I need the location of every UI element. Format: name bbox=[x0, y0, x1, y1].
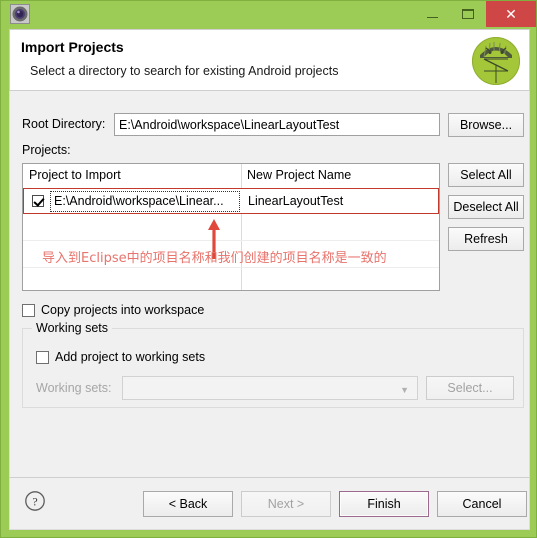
working-sets-label: Working sets: bbox=[36, 381, 112, 395]
maximize-button[interactable] bbox=[450, 1, 486, 26]
chevron-down-icon: ▼ bbox=[400, 385, 409, 395]
minimize-icon bbox=[426, 16, 438, 18]
row-checkbox[interactable] bbox=[32, 195, 44, 207]
copy-projects-label: Copy projects into workspace bbox=[41, 303, 205, 317]
cancel-button[interactable]: Cancel bbox=[437, 491, 527, 517]
help-icon[interactable]: ? bbox=[24, 490, 46, 512]
back-button[interactable]: < Back bbox=[143, 491, 233, 517]
select-all-button[interactable]: Select All bbox=[448, 163, 524, 187]
dialog-footer: ? < Back Next > Finish Cancel bbox=[9, 477, 530, 530]
finish-button[interactable]: Finish bbox=[339, 491, 429, 517]
eclipse-gear-icon bbox=[10, 4, 30, 24]
title-bar: ✕ bbox=[1, 1, 536, 27]
add-project-checkbox-row[interactable]: Add project to working sets bbox=[36, 350, 205, 364]
add-project-label: Add project to working sets bbox=[55, 350, 206, 364]
select-working-sets-button[interactable]: Select... bbox=[426, 376, 514, 400]
page-title: Import Projects bbox=[21, 39, 124, 55]
import-projects-window: ✕ Import Projects Select a directory to … bbox=[0, 0, 537, 538]
working-sets-group-title: Working sets bbox=[32, 321, 113, 335]
table-row-empty[interactable] bbox=[23, 269, 439, 290]
svg-text:?: ? bbox=[32, 495, 37, 509]
table-header: Project to Import New Project Name bbox=[23, 164, 439, 189]
table-row[interactable]: E:\Android\workspace\Linear... LinearLay… bbox=[23, 188, 439, 214]
next-button[interactable]: Next > bbox=[241, 491, 331, 517]
working-sets-combo[interactable]: ▼ bbox=[122, 376, 418, 400]
page-subtitle: Select a directory to search for existin… bbox=[30, 64, 339, 78]
back-button-label: < Back bbox=[168, 497, 208, 511]
projects-table[interactable]: Project to Import New Project Name E:\An… bbox=[22, 163, 440, 291]
copy-projects-checkbox-row[interactable]: Copy projects into workspace bbox=[22, 303, 204, 317]
android-robot-icon bbox=[470, 35, 522, 87]
copy-projects-checkbox[interactable] bbox=[22, 303, 35, 317]
root-directory-label: Root Directory: bbox=[22, 117, 106, 131]
window-controls: ✕ bbox=[414, 1, 536, 27]
root-directory-input[interactable]: E:\Android\workspace\LinearLayoutTest bbox=[114, 113, 440, 136]
column-header-project-to-import: Project to Import bbox=[29, 168, 121, 182]
chinese-annotation: 导入到Eclipse中的项目名称和我们创建的项目名称是一致的 bbox=[42, 251, 387, 266]
table-row-empty[interactable] bbox=[23, 215, 439, 241]
cell-new-project-name: LinearLayoutTest bbox=[248, 194, 344, 208]
minimize-button[interactable] bbox=[414, 1, 450, 26]
cell-project-to-import: E:\Android\workspace\Linear... bbox=[54, 194, 224, 208]
cancel-button-label: Cancel bbox=[462, 497, 502, 511]
close-button[interactable]: ✕ bbox=[486, 1, 536, 27]
maximize-icon bbox=[462, 8, 474, 19]
dialog-header: Import Projects Select a directory to se… bbox=[9, 29, 530, 91]
finish-button-label: Finish bbox=[367, 497, 401, 511]
projects-label: Projects: bbox=[22, 143, 71, 157]
dialog-body: Root Directory: E:\Android\workspace\Lin… bbox=[9, 91, 530, 477]
column-header-new-project-name: New Project Name bbox=[247, 168, 352, 182]
browse-button[interactable]: Browse... bbox=[448, 113, 524, 137]
next-button-label: Next > bbox=[267, 497, 305, 511]
refresh-button[interactable]: Refresh bbox=[448, 227, 524, 251]
deselect-all-button[interactable]: Deselect All bbox=[448, 195, 524, 219]
add-project-checkbox[interactable] bbox=[36, 350, 49, 364]
